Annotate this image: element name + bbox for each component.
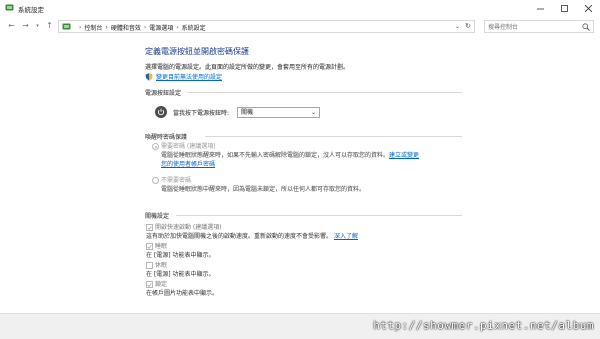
checkbox[interactable] (146, 262, 153, 269)
radio-description-line2: 您的使用者帳戶密碼 (161, 161, 215, 169)
change-unavailable-settings-link[interactable]: 變更目前無法使用的設定 (145, 72, 222, 81)
breadcrumb-item[interactable]: 系統設定 (182, 23, 206, 32)
forward-button[interactable]: → (20, 20, 31, 31)
radio-button[interactable] (152, 143, 159, 150)
watermark: http://showmer.pixnet.net/album (373, 319, 594, 332)
checkmark-icon (147, 244, 152, 249)
up-button[interactable]: ↑ (44, 20, 55, 31)
radio-description: 電腦從睡眠狀態中醒來時，因為電腦未鎖定，所以任何人都可存取您的資料。 (161, 186, 366, 193)
search-input[interactable] (488, 22, 578, 32)
checkbox-description: 在帳戶圖片功能表中顯示。 (146, 290, 219, 297)
breadcrumb-item[interactable]: 硬體和音效 (111, 23, 141, 32)
minimize-button[interactable] (528, 0, 552, 17)
select-value: 關機 (241, 108, 254, 116)
control-panel-icon (5, 4, 14, 11)
power-icon (155, 106, 167, 118)
checkbox[interactable] (146, 224, 153, 231)
checkbox-label: 睡眠 (155, 243, 168, 250)
page-title: 定義電源按鈕並開啟密碼保護 (145, 47, 249, 56)
address-bar[interactable]: › 控制台 › 硬體和音效 › 電源選項 › 系統設定 ⌄ ↻ (58, 20, 475, 33)
search-box[interactable] (484, 20, 594, 33)
chevron-down-icon: ⌄ (311, 108, 317, 116)
power-button-action-select[interactable]: 關機 ⌄ (237, 106, 321, 118)
arrow-up-icon: ↑ (46, 21, 53, 30)
close-icon (584, 5, 592, 12)
checkmark-icon (147, 225, 152, 230)
navigation-bar: ← → ▾ ↑ › 控制台 › 硬體和音效 › 電源選項 › 系統設定 ⌄ ↻ (0, 17, 600, 35)
create-password-link[interactable]: 建立或變更 (389, 152, 419, 159)
learn-more-link[interactable]: 深入了解 (334, 233, 358, 240)
maximize-icon (560, 5, 568, 12)
section-heading: 喚醒時密碼保護 (145, 134, 188, 141)
user-account-password-link[interactable]: 您的使用者帳戶密碼 (161, 161, 215, 168)
breadcrumb-item[interactable]: 控制台 (84, 23, 102, 32)
checkmark-icon (147, 282, 152, 287)
footer-bar: http://showmer.pixnet.net/album (0, 313, 600, 339)
radio-label: 不需要密碼 (161, 177, 192, 184)
checkbox-description: 這有助於加快電腦關機之後的啟動速度。重新啟動的速度不會受影響。 深入了解 (146, 233, 358, 240)
control-panel-icon (62, 23, 71, 30)
chevron-down-icon: ▾ (36, 22, 39, 29)
power-button-setting: 當我按下電源按鈕時: 關機 ⌄ (155, 106, 321, 118)
checkbox-label: 開啟快速啟動 (建議選項) (155, 224, 222, 231)
chevron-right-icon: › (79, 24, 82, 31)
window-title: 系統設定 (18, 6, 44, 14)
title-bar: 系統設定 (0, 0, 600, 17)
main-content: 定義電源按鈕並開啟密碼保護 選擇電腦的電源設定。此頁面的設定所做的變更，會套用至… (0, 35, 600, 313)
checkbox[interactable] (146, 243, 153, 250)
search-icon (582, 23, 590, 31)
recent-locations-button[interactable]: ▾ (32, 20, 43, 31)
checkbox-label: 鎖定 (155, 281, 168, 288)
arrow-left-icon: ← (8, 21, 15, 30)
checkbox[interactable] (146, 281, 153, 288)
refresh-icon[interactable]: ↻ (465, 22, 471, 30)
radio-button[interactable] (152, 177, 159, 184)
radio-description: 電腦從睡眠狀態醒來時，如果不先輸入密碼解除電腦的鎖定，沒人可以存取您的資料。建立… (161, 152, 420, 159)
section-heading: 電源按鈕設定 (145, 90, 182, 97)
divider (205, 136, 462, 137)
page-description: 選擇電腦的電源設定。此頁面的設定所做的變更，會套用至所有的電源計劃。 (145, 64, 350, 71)
checkbox-description: 在 [電源] 功能表中顯示。 (146, 271, 215, 278)
back-button[interactable]: ← (6, 20, 17, 31)
section-heading: 關機設定 (145, 213, 170, 220)
checkbox-label: 休眠 (155, 262, 168, 269)
chevron-right-icon: › (176, 24, 179, 31)
radio-label: 需要密碼 (建議選項) (161, 143, 216, 150)
checkbox-description: 在 [電源] 功能表中顯示。 (146, 252, 215, 259)
power-button-label: 當我按下電源按鈕時: (173, 109, 230, 117)
chevron-right-icon: › (143, 24, 147, 31)
divider (187, 92, 462, 93)
breadcrumb: › 控制台 › 硬體和音效 › 電源選項 › 系統設定 (76, 23, 206, 32)
close-button[interactable] (576, 0, 600, 17)
arrow-right-icon: → (22, 21, 29, 30)
minimize-icon (536, 8, 544, 10)
address-dropdown-icon[interactable]: ⌄ (455, 23, 460, 30)
divider (176, 215, 462, 216)
shield-icon (145, 72, 153, 81)
chevron-right-icon: › (105, 24, 108, 31)
breadcrumb-item[interactable]: 電源選項 (149, 23, 173, 32)
maximize-button[interactable] (552, 0, 576, 17)
